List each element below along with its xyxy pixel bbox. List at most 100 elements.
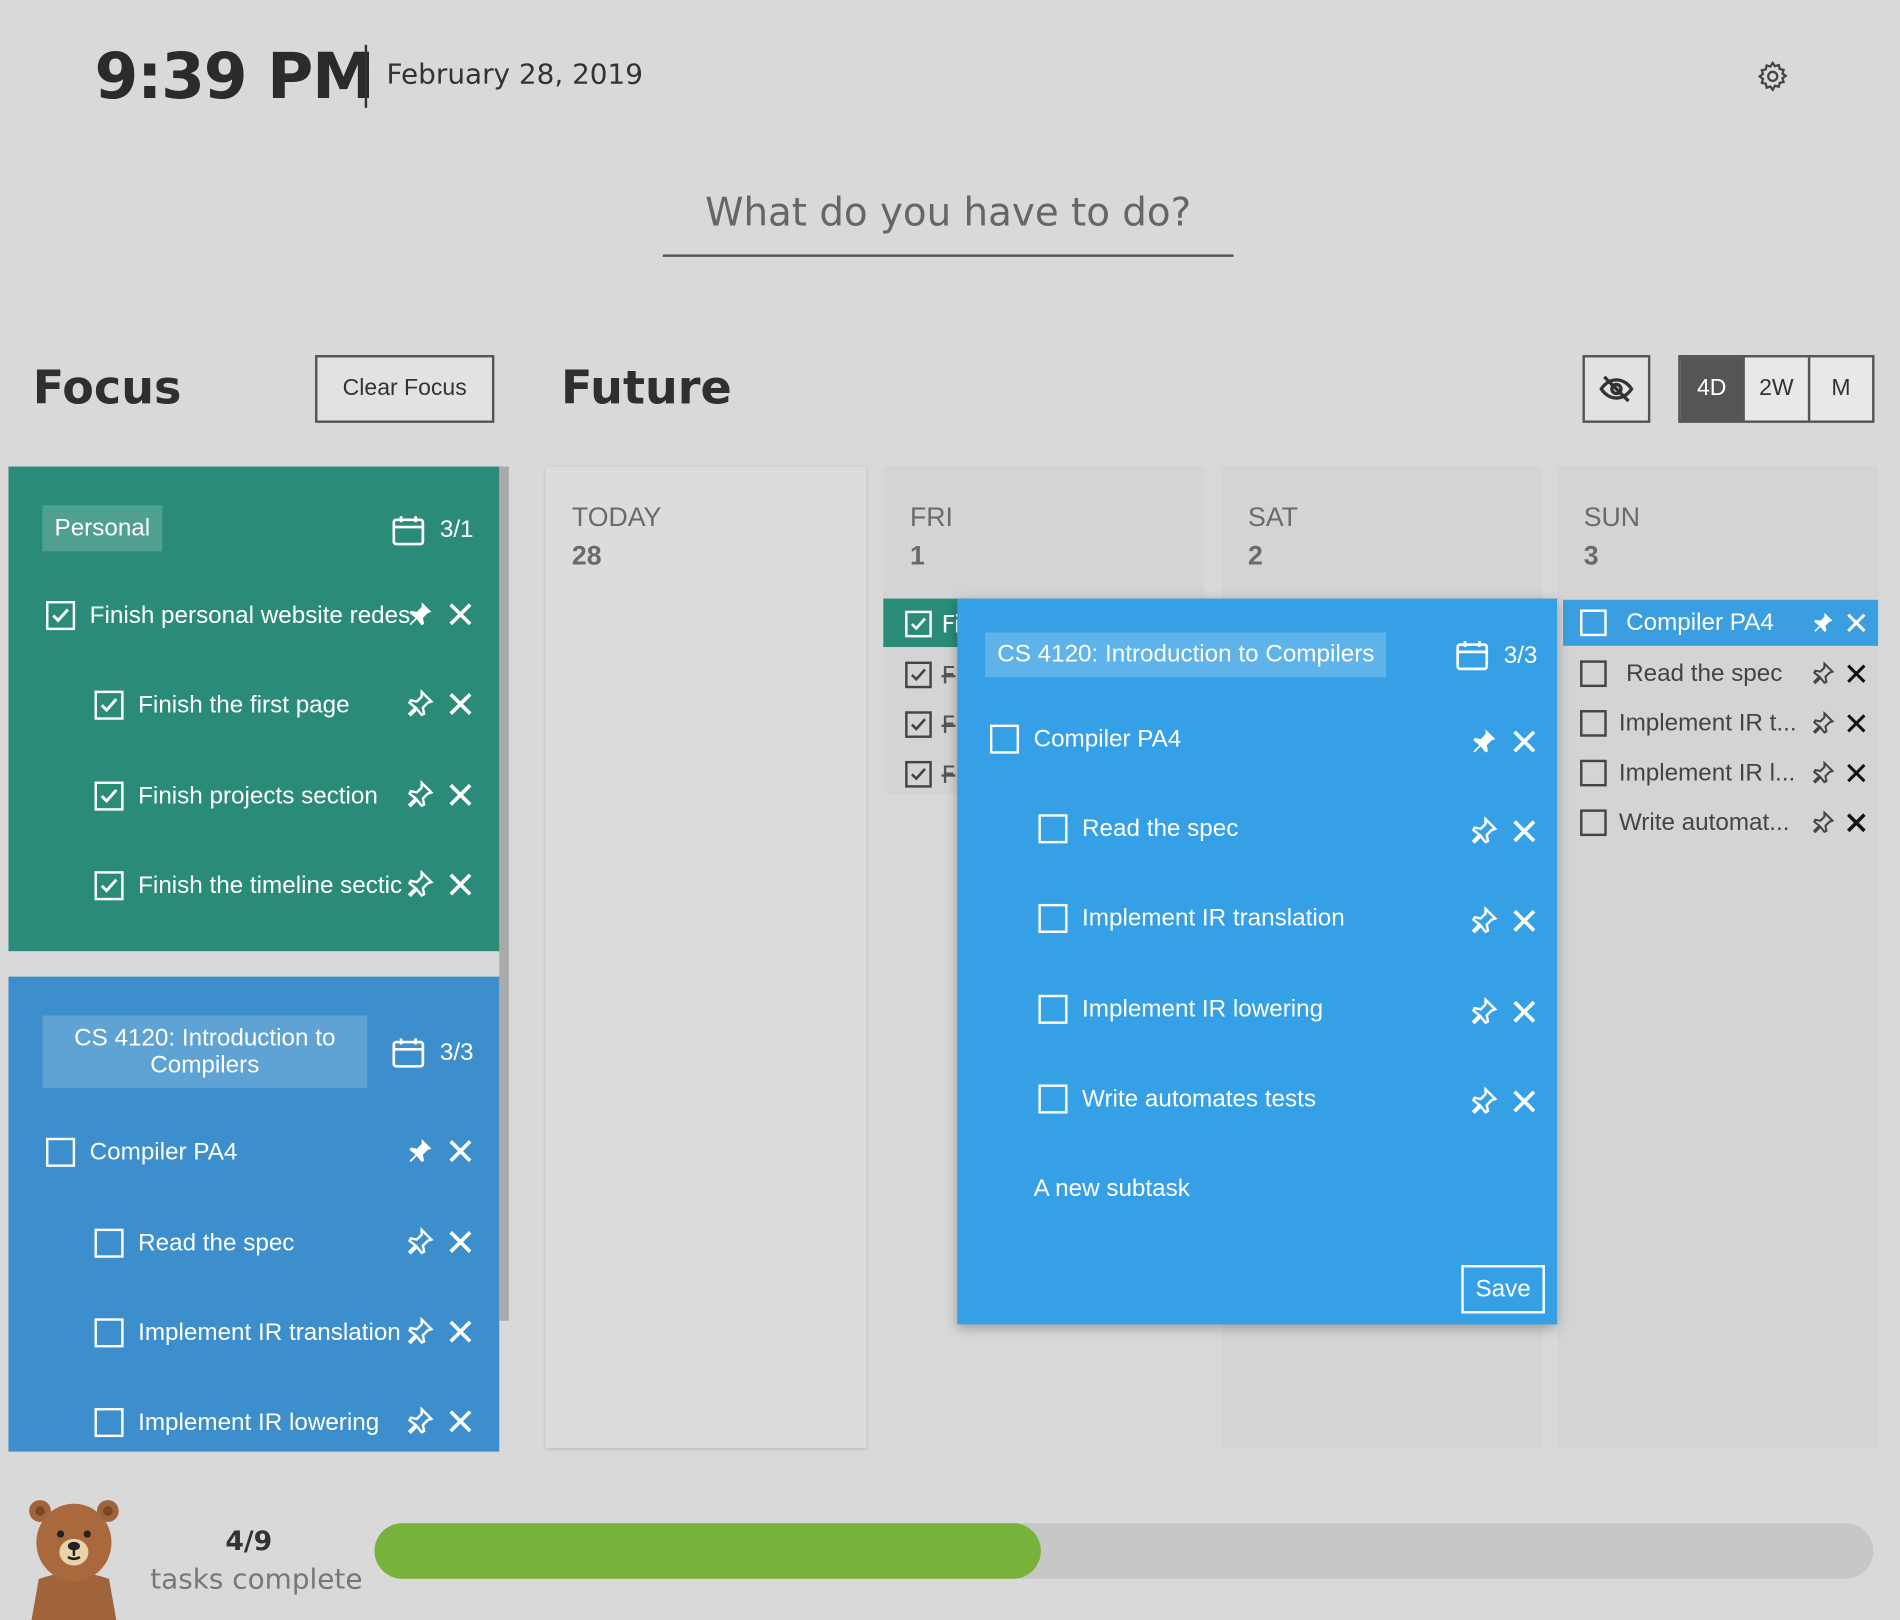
task-checkbox[interactable] xyxy=(1038,903,1068,934)
close-icon[interactable] xyxy=(1844,662,1868,686)
new-task-input[interactable]: What do you have to do? xyxy=(662,184,1234,257)
task-row[interactable]: Finish personal website redes xyxy=(46,597,410,633)
new-subtask-input[interactable]: A new subtask xyxy=(1034,1175,1190,1203)
editor-subtask-row[interactable]: Implement IR translation xyxy=(1038,903,1345,934)
pin-filled-icon[interactable] xyxy=(1469,727,1498,756)
pin-icon[interactable] xyxy=(1810,711,1835,735)
task-checkbox[interactable] xyxy=(94,871,124,901)
task-checkbox[interactable] xyxy=(94,781,124,811)
task-checkbox[interactable] xyxy=(1580,809,1607,837)
close-icon[interactable] xyxy=(446,689,475,718)
sun-task-row[interactable]: Compiler PA4 xyxy=(1563,599,1879,646)
pin-filled-icon[interactable] xyxy=(405,600,434,629)
pin-filled-icon[interactable] xyxy=(1810,611,1834,635)
task-editor-modal[interactable]: CS 4120: Introduction to Compilers 3/3 C… xyxy=(957,598,1558,1325)
task-checkbox[interactable] xyxy=(94,1318,124,1348)
task-checkbox[interactable] xyxy=(1580,759,1607,787)
close-icon[interactable] xyxy=(1510,997,1539,1026)
task-checkbox[interactable] xyxy=(46,1137,76,1167)
view-month-button[interactable]: M xyxy=(1810,357,1872,420)
pin-icon[interactable] xyxy=(1469,906,1498,935)
task-checkbox[interactable] xyxy=(1038,1084,1068,1114)
fri-task-row[interactable]: Fi xyxy=(905,609,960,639)
pin-icon[interactable] xyxy=(1810,810,1835,835)
editor-task-row[interactable]: Compiler PA4 xyxy=(989,724,1182,754)
close-icon[interactable] xyxy=(446,1317,475,1346)
task-checkbox[interactable] xyxy=(94,1407,124,1438)
close-icon[interactable] xyxy=(446,1227,475,1256)
gear-icon[interactable] xyxy=(1756,59,1790,93)
task-checkbox[interactable] xyxy=(905,711,932,738)
close-icon[interactable] xyxy=(1844,711,1868,735)
view-2w-button[interactable]: 2W xyxy=(1742,357,1810,421)
task-checkbox[interactable] xyxy=(1580,609,1607,637)
hide-completed-button[interactable] xyxy=(1582,355,1651,423)
pin-icon[interactable] xyxy=(1469,816,1498,846)
card-tag[interactable]: Personal xyxy=(42,505,163,552)
task-checkbox[interactable] xyxy=(989,724,1020,754)
card-tag[interactable]: CS 4120: Introduction to Compilers xyxy=(42,1015,368,1089)
pin-filled-icon[interactable] xyxy=(405,1137,434,1166)
close-icon[interactable] xyxy=(1510,727,1539,756)
close-icon[interactable] xyxy=(1510,817,1539,846)
day-column-today[interactable]: TODAY 28 xyxy=(545,466,867,1448)
task-checkbox[interactable] xyxy=(1038,994,1068,1024)
task-checkbox[interactable] xyxy=(905,760,932,788)
pin-icon[interactable] xyxy=(1810,661,1835,686)
close-icon[interactable] xyxy=(1510,906,1539,935)
task-checkbox[interactable] xyxy=(46,601,76,631)
fri-task-row[interactable]: F xyxy=(905,760,955,789)
view-4d-button[interactable]: 4D xyxy=(1680,357,1743,421)
close-icon[interactable] xyxy=(1844,811,1868,835)
sun-task-row[interactable]: Read the spec xyxy=(1563,651,1878,697)
clear-focus-button[interactable]: Clear Focus xyxy=(315,355,495,423)
close-icon[interactable] xyxy=(1510,1087,1539,1116)
focus-scrollbar[interactable] xyxy=(499,466,509,1321)
task-checkbox[interactable] xyxy=(905,661,932,689)
close-icon[interactable] xyxy=(446,780,475,809)
subtask-label[interactable]: Write automates tests xyxy=(1082,1085,1316,1113)
pin-icon[interactable] xyxy=(405,1406,434,1436)
task-checkbox[interactable] xyxy=(1580,710,1607,737)
subtask-row[interactable]: Finish projects section xyxy=(94,778,410,814)
close-icon[interactable] xyxy=(446,1407,475,1436)
sun-task-row[interactable]: Implement IR l... xyxy=(1563,750,1878,796)
editor-subtask-row[interactable]: Implement IR lowering xyxy=(1038,994,1323,1024)
focus-card-compilers[interactable]: CS 4120: Introduction to Compilers 3/3 C… xyxy=(8,976,500,1452)
subtask-row[interactable]: Finish the first page xyxy=(94,687,410,723)
subtask-row[interactable]: Implement IR translation xyxy=(94,1315,410,1351)
subtask-label[interactable]: Read the spec xyxy=(1082,815,1238,843)
close-icon[interactable] xyxy=(446,1137,475,1166)
task-checkbox[interactable] xyxy=(905,610,932,638)
save-button[interactable]: Save xyxy=(1461,1265,1545,1314)
pin-icon[interactable] xyxy=(405,689,434,718)
pin-icon[interactable] xyxy=(405,1317,434,1346)
subtask-label[interactable]: Implement IR lowering xyxy=(1082,995,1323,1023)
close-icon[interactable] xyxy=(1844,761,1868,785)
focus-card-personal[interactable]: Personal 3/1 Finish personal website red… xyxy=(8,466,500,952)
close-icon[interactable] xyxy=(446,600,475,629)
editor-subtask-row[interactable]: Read the spec xyxy=(1038,814,1238,844)
pin-icon[interactable] xyxy=(1469,1086,1498,1116)
fri-task-row[interactable]: F xyxy=(905,660,955,689)
fri-task-row[interactable]: F xyxy=(905,710,955,739)
subtask-row[interactable]: Implement IR lowering xyxy=(94,1404,410,1440)
close-icon[interactable] xyxy=(446,870,475,899)
task-checkbox[interactable] xyxy=(1580,660,1607,688)
task-checkbox[interactable] xyxy=(1038,814,1068,844)
sun-task-row[interactable]: Write automat... xyxy=(1563,800,1878,846)
subtask-row[interactable]: Finish the timeline sectic xyxy=(94,868,410,904)
subtask-row[interactable]: Read the spec xyxy=(94,1225,410,1261)
pin-icon[interactable] xyxy=(405,870,434,899)
sun-task-row[interactable]: Implement IR t... xyxy=(1563,700,1878,746)
editor-tag[interactable]: CS 4120: Introduction to Compilers xyxy=(985,632,1387,678)
pin-icon[interactable] xyxy=(1469,997,1498,1026)
editor-subtask-row[interactable]: Write automates tests xyxy=(1038,1084,1316,1114)
close-icon[interactable] xyxy=(1844,611,1868,635)
editor-task-label[interactable]: Compiler PA4 xyxy=(1034,725,1182,753)
subtask-label[interactable]: Implement IR translation xyxy=(1082,905,1345,933)
pin-icon[interactable] xyxy=(1810,760,1835,785)
task-checkbox[interactable] xyxy=(94,1228,124,1258)
pin-icon[interactable] xyxy=(405,780,434,809)
pin-icon[interactable] xyxy=(405,1227,434,1256)
